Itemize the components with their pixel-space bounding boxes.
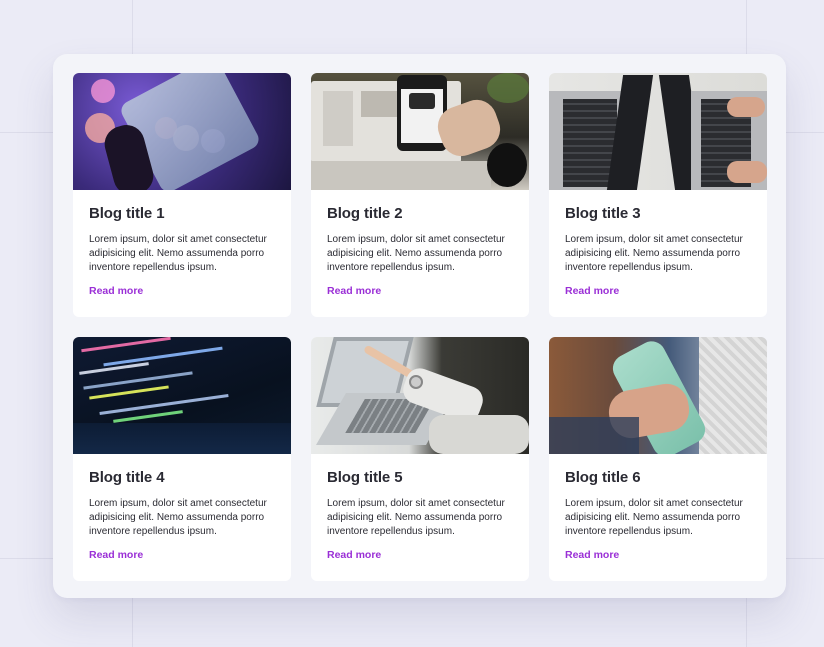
blog-card-image[interactable] (73, 73, 291, 190)
blog-panel: Blog title 1 Lorem ipsum, dolor sit amet… (53, 54, 786, 598)
blog-card-excerpt: Lorem ipsum, dolor sit amet consectetur … (89, 498, 267, 537)
blog-card-image[interactable] (73, 337, 291, 454)
blog-card-title[interactable]: Blog title 5 (327, 469, 513, 487)
blog-card-excerpt: Lorem ipsum, dolor sit amet consectetur … (565, 498, 743, 537)
read-more-link[interactable]: Read more (89, 285, 143, 297)
blog-card: Blog title 3 Lorem ipsum, dolor sit amet… (549, 73, 767, 317)
blog-card-excerpt: Lorem ipsum, dolor sit amet consectetur … (327, 498, 505, 537)
blog-card: Blog title 6 Lorem ipsum, dolor sit amet… (549, 337, 767, 581)
blog-card-image[interactable] (549, 337, 767, 454)
blog-card-title[interactable]: Blog title 4 (89, 469, 275, 487)
read-more-link[interactable]: Read more (327, 285, 381, 297)
blog-card-image[interactable] (311, 73, 529, 190)
blog-grid: Blog title 1 Lorem ipsum, dolor sit amet… (73, 73, 767, 581)
blog-card-title[interactable]: Blog title 1 (89, 205, 275, 223)
blog-card: Blog title 4 Lorem ipsum, dolor sit amet… (73, 337, 291, 581)
read-more-link[interactable]: Read more (327, 549, 381, 561)
blog-card-excerpt: Lorem ipsum, dolor sit amet consectetur … (327, 234, 505, 273)
read-more-link[interactable]: Read more (565, 549, 619, 561)
blog-card-excerpt: Lorem ipsum, dolor sit amet consectetur … (565, 234, 743, 273)
blog-card-title[interactable]: Blog title 2 (327, 205, 513, 223)
read-more-link[interactable]: Read more (565, 285, 619, 297)
blog-card-excerpt: Lorem ipsum, dolor sit amet consectetur … (89, 234, 267, 273)
blog-card: Blog title 5 Lorem ipsum, dolor sit amet… (311, 337, 529, 581)
read-more-link[interactable]: Read more (89, 549, 143, 561)
blog-card-title[interactable]: Blog title 6 (565, 469, 751, 487)
blog-card: Blog title 2 Lorem ipsum, dolor sit amet… (311, 73, 529, 317)
blog-card: Blog title 1 Lorem ipsum, dolor sit amet… (73, 73, 291, 317)
blog-card-image[interactable] (549, 73, 767, 190)
blog-card-image[interactable] (311, 337, 529, 454)
blog-card-title[interactable]: Blog title 3 (565, 205, 751, 223)
